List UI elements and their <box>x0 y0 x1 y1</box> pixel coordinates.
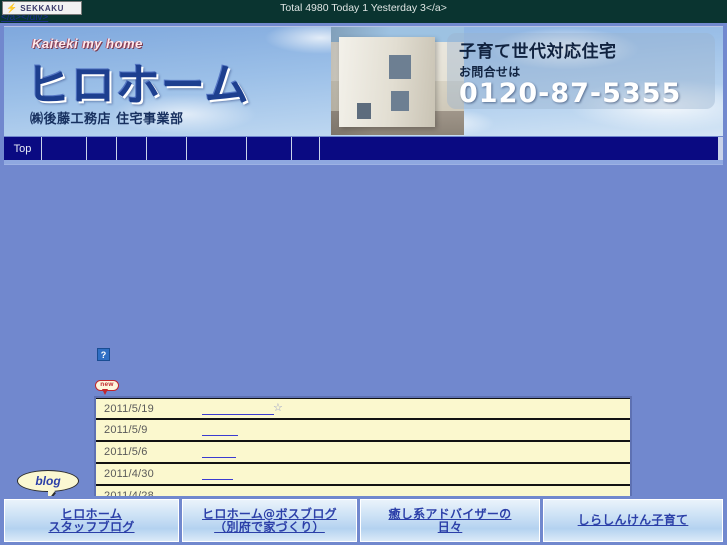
nav-item-blank-7[interactable] <box>292 137 320 160</box>
blog-button-label: 癒し系アドバイザーの 日々 <box>388 506 512 534</box>
company-name: ㈱後藤工務店 住宅事業部 <box>30 112 184 127</box>
visitor-counter: Total 4980 Today 1 Yesterday 3</a> <box>280 2 447 14</box>
nav-item-label: Top <box>13 142 32 155</box>
news-row: 2011/5/19 ☆ <box>96 398 630 420</box>
news-row-link[interactable] <box>202 424 238 436</box>
news-row-link[interactable] <box>202 403 274 415</box>
main-navigation: Top <box>4 137 723 160</box>
broken-image-icon[interactable]: ? <box>97 348 110 361</box>
nav-item-top[interactable]: Top <box>4 137 42 160</box>
sekkaku-label: SEKKAKU <box>20 3 64 13</box>
new-badge: new <box>95 380 119 395</box>
news-row-link[interactable] <box>202 468 233 480</box>
contact-info-box: 子育て世代対応住宅 お問合せは 0120-87-5355 <box>447 33 715 109</box>
site-logo: ヒロホーム <box>26 60 250 111</box>
main-content: ? new 2011/5/19 ☆ 2011/5/9 2011/5/6 2011/… <box>0 165 727 545</box>
house-photo <box>331 27 464 135</box>
blog-button-label: しらしんけん子育て <box>577 513 689 527</box>
star-icon: ☆ <box>273 402 283 414</box>
news-row-date: 2011/4/30 <box>104 468 154 480</box>
blog-button-4[interactable]: しらしんけん子育て <box>543 499 723 542</box>
phone-number: 0120-87-5355 <box>459 78 682 109</box>
sekkaku-badge[interactable]: ⚡ SEKKAKU <box>2 1 82 15</box>
news-row-link[interactable] <box>202 446 236 458</box>
blog-button-3[interactable]: 癒し系アドバイザーの 日々 <box>360 499 540 542</box>
nav-item-blank-3[interactable] <box>117 137 147 160</box>
top-counter-bar: ⚡ SEKKAKU </a></div> Total 4980 Today 1 … <box>0 0 727 23</box>
blog-bubble: blog <box>17 470 79 492</box>
news-row: 2011/4/30 <box>96 464 630 486</box>
site-banner: Kaiteki my home ヒロホーム ㈱後藤工務店 住宅事業部 子育て世代… <box>4 26 723 136</box>
nav-item-blank-8[interactable] <box>320 137 719 160</box>
news-row: 2011/5/9 <box>96 420 630 442</box>
nav-item-blank-5[interactable] <box>187 137 247 160</box>
nav-item-blank-6[interactable] <box>247 137 292 160</box>
news-row-date: 2011/5/19 <box>104 402 154 415</box>
news-row: 2011/5/6 <box>96 442 630 464</box>
nav-item-blank-2[interactable] <box>87 137 117 160</box>
bolt-icon: ⚡ <box>6 2 18 13</box>
nav-item-blank-1[interactable] <box>42 137 87 160</box>
blog-button-2[interactable]: ヒロホーム@ボスブログ （別府で家づくり） <box>182 499 357 542</box>
nav-item-blank-4[interactable] <box>147 137 187 160</box>
footer-blog-buttons: ヒロホーム スタッフブログ ヒロホーム@ボスブログ （別府で家づくり） 癒し系アドバイザ… <box>0 496 727 545</box>
news-row-date: 2011/5/6 <box>104 446 148 458</box>
promo-heading: 子育て世代対応住宅 <box>459 42 617 62</box>
blog-button-label: ヒロホーム@ボスブログ （別府で家づくり） <box>202 506 337 534</box>
blog-button-label: ヒロホーム スタッフブログ <box>48 506 135 534</box>
news-row-date: 2011/5/9 <box>104 424 148 436</box>
blog-button-1[interactable]: ヒロホーム スタッフブログ <box>4 499 179 542</box>
